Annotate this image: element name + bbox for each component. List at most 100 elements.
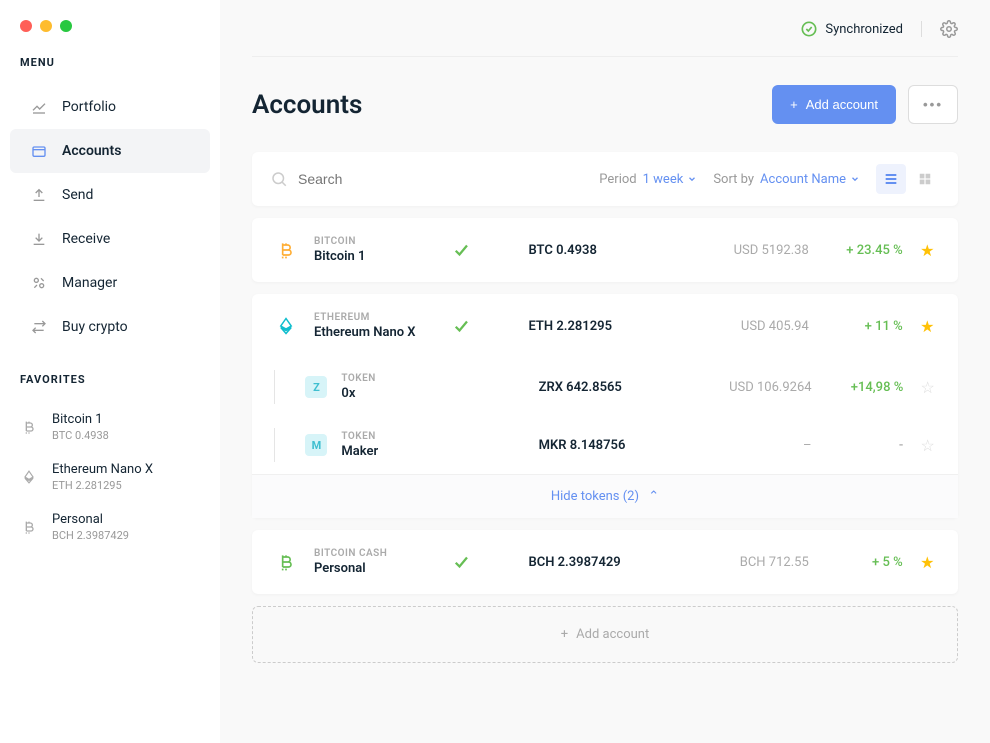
- token-icon: M: [305, 434, 327, 456]
- settings-icon[interactable]: [940, 20, 958, 38]
- search-icon: [270, 170, 288, 188]
- star-icon[interactable]: ★: [920, 553, 934, 572]
- window-controls[interactable]: [0, 20, 220, 56]
- sidebar-item-send[interactable]: Send: [10, 173, 210, 217]
- percent-change: -: [826, 438, 904, 453]
- swap-icon: [30, 318, 48, 336]
- percent-change: + 23.45 %: [823, 243, 903, 258]
- add-account-button[interactable]: + Add account: [772, 85, 896, 124]
- account-card-bitcoin[interactable]: BITCOIN Bitcoin 1 BTC 0.4938 USD 5192.38…: [252, 218, 958, 282]
- token-row-0x[interactable]: Z TOKEN 0x ZRX 642.8565 USD 106.9264 +14…: [252, 358, 958, 416]
- coin-label: BITCOIN CASH: [314, 548, 438, 559]
- sync-status: Synchronized: [801, 21, 903, 37]
- tree-indent: [274, 370, 291, 404]
- list-view-button[interactable]: [876, 164, 906, 194]
- sidebar-item-label: Accounts: [62, 143, 121, 159]
- hide-tokens-toggle[interactable]: Hide tokens (2) ⌃: [252, 474, 958, 518]
- menu-section-label: MENU: [0, 56, 220, 85]
- percent-change: + 11 %: [823, 319, 903, 334]
- sidebar-item-label: Receive: [62, 231, 110, 247]
- add-account-label: Add account: [576, 627, 649, 642]
- period-dropdown[interactable]: 1 week: [643, 172, 698, 187]
- check-icon: [452, 553, 514, 571]
- grid-view-button[interactable]: [910, 164, 940, 194]
- usd-value: –: [691, 438, 812, 453]
- page-title: Accounts: [252, 90, 362, 120]
- bitcoin-icon: [272, 236, 300, 264]
- maximize-window[interactable]: [60, 20, 72, 32]
- coin-label: BITCOIN: [314, 236, 438, 247]
- balance: BTC 0.4938: [528, 243, 670, 258]
- sidebar-item-label: Portfolio: [62, 99, 116, 115]
- balance: ETH 2.281295: [528, 319, 670, 334]
- favorite-name: Ethereum Nano X: [52, 462, 153, 477]
- account-card-bitcoin-cash[interactable]: BITCOIN CASH Personal BCH 2.3987429 BCH …: [252, 530, 958, 594]
- upload-icon: [30, 186, 48, 204]
- sidebar-item-receive[interactable]: Receive: [10, 217, 210, 261]
- sort-label: Sort by: [713, 172, 754, 187]
- search-input[interactable]: [298, 171, 583, 187]
- usd-value: USD 5192.38: [684, 243, 808, 258]
- chart-icon: [30, 98, 48, 116]
- coin-label: TOKEN: [341, 373, 450, 384]
- favorite-name: Bitcoin 1: [52, 412, 109, 427]
- star-icon[interactable]: ☆: [920, 436, 934, 455]
- account-name: Personal: [314, 561, 438, 576]
- add-account-placeholder[interactable]: + Add account: [252, 606, 958, 663]
- period-label: Period: [599, 172, 636, 187]
- usd-value: BCH 712.55: [684, 555, 808, 570]
- token-row-maker[interactable]: M TOKEN Maker MKR 8.148756 – - ☆: [252, 416, 958, 474]
- button-label: Add account: [806, 97, 878, 112]
- sidebar-item-buy-crypto[interactable]: Buy crypto: [10, 305, 210, 349]
- sidebar-item-label: Send: [62, 187, 93, 203]
- chevron-down-icon: [850, 174, 860, 184]
- sync-label: Synchronized: [825, 22, 903, 37]
- tree-indent: [274, 428, 291, 462]
- star-icon[interactable]: ★: [920, 317, 934, 336]
- bitcoin-icon: [20, 418, 38, 436]
- check-icon: [452, 241, 514, 259]
- account-card-ethereum[interactable]: ETHEREUM Ethereum Nano X ETH 2.281295 US…: [252, 294, 958, 518]
- sort-dropdown[interactable]: Account Name: [760, 172, 860, 187]
- tools-icon: [30, 274, 48, 292]
- check-circle-icon: [801, 21, 817, 37]
- chevron-down-icon: [687, 174, 697, 184]
- favorite-balance: ETH 2.281295: [52, 479, 153, 492]
- wallet-icon: [30, 142, 48, 160]
- ethereum-icon: [20, 468, 38, 486]
- plus-icon: +: [561, 627, 568, 642]
- bitcoin-cash-icon: [20, 518, 38, 536]
- sidebar-item-accounts[interactable]: Accounts: [10, 129, 210, 173]
- favorite-item-personal[interactable]: Personal BCH 2.3987429: [0, 502, 220, 552]
- usd-value: USD 405.94: [684, 319, 808, 334]
- star-icon[interactable]: ★: [920, 241, 934, 260]
- ethereum-icon: [272, 312, 300, 340]
- sidebar-item-manager[interactable]: Manager: [10, 261, 210, 305]
- sidebar-item-portfolio[interactable]: Portfolio: [10, 85, 210, 129]
- favorites-section-label: FAVORITES: [0, 373, 220, 402]
- favorite-item-bitcoin-1[interactable]: Bitcoin 1 BTC 0.4938: [0, 402, 220, 452]
- balance: ZRX 642.8565: [539, 380, 677, 395]
- favorite-balance: BTC 0.4938: [52, 429, 109, 442]
- favorite-balance: BCH 2.3987429: [52, 529, 129, 542]
- star-icon[interactable]: ☆: [920, 378, 934, 397]
- divider: [921, 21, 922, 37]
- close-window[interactable]: [20, 20, 32, 32]
- check-icon: [452, 317, 514, 335]
- filter-bar: Period 1 week Sort by Account Name: [252, 152, 958, 206]
- sidebar-item-label: Buy crypto: [62, 319, 128, 335]
- balance: MKR 8.148756: [539, 438, 677, 453]
- balance: BCH 2.3987429: [528, 555, 670, 570]
- more-options-button[interactable]: •••: [908, 85, 958, 124]
- account-name: Ethereum Nano X: [314, 325, 438, 340]
- download-icon: [30, 230, 48, 248]
- sidebar-item-label: Manager: [62, 275, 117, 291]
- minimize-window[interactable]: [40, 20, 52, 32]
- coin-label: ETHEREUM: [314, 312, 438, 323]
- account-name: 0x: [341, 386, 450, 401]
- percent-change: + 5 %: [823, 555, 903, 570]
- plus-icon: +: [790, 97, 798, 112]
- bitcoin-cash-icon: [272, 548, 300, 576]
- favorite-item-ethereum-nano-x[interactable]: Ethereum Nano X ETH 2.281295: [0, 452, 220, 502]
- account-name: Maker: [341, 444, 450, 459]
